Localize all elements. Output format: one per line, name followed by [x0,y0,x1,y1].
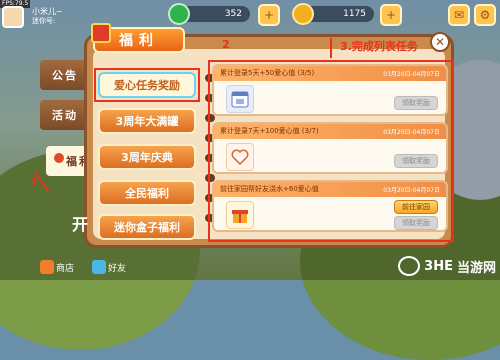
annotation-step-2: 2 [222,38,230,51]
shop-button[interactable]: 商店 [40,258,74,276]
annotation-highlight-box [94,68,200,102]
friends-icon [92,260,106,274]
sub-item-mini-box[interactable]: 迷你盒子福利 [98,214,196,240]
annotation-arrow [330,38,332,58]
sub-item-public-welfare[interactable]: 全民福利 [98,180,196,206]
annotation-highlight-box [208,60,454,242]
annotation-step-3: 3.完成列表任务 [340,40,418,53]
shop-icon [40,260,54,274]
watermark-logo [398,256,421,276]
close-button[interactable]: ✕ [430,32,450,52]
tab-announcement-label: 公告 [52,69,78,82]
green-gem-icon [168,3,190,25]
sub-item-anniversary-celebration[interactable]: 3周年庆典 [98,144,196,170]
panel-title-text: 福利 [119,33,159,49]
friends-label: 好友 [108,263,127,274]
sub-item-label: 3周年庆典 [121,151,173,164]
watermark-logo-text: 3HE [424,258,453,274]
friends-button[interactable]: 好友 [92,258,126,276]
annotation-step-1: 1 [30,176,38,189]
coin-counter: 1175 [292,3,374,25]
sub-item-anniversary-jar[interactable]: 3周年大满罐 [98,108,196,134]
shop-label: 商店 [56,263,75,274]
start-button[interactable]: 开 [72,214,89,234]
add-gem-button[interactable]: + [258,4,280,26]
bottom-bar: 商店 好友 开 3HE 当游网 [0,215,500,280]
watermark: 3HE 当游网 [398,256,496,276]
gold-coin-icon [292,3,314,25]
notification-dot-icon [54,153,64,163]
avatar[interactable] [2,6,24,28]
gem-value: 352 [224,9,242,19]
gift-icon [91,23,111,43]
gem-counter: 352 [168,3,250,25]
add-coin-button[interactable]: + [380,4,402,26]
envelope-icon[interactable]: ✉ [448,4,470,26]
coin-value: 1175 [343,9,366,19]
sub-item-label: 全民福利 [125,187,169,200]
sub-item-label: 迷你盒子福利 [114,221,180,234]
player-id: 迷你号: [32,17,56,25]
tab-events-label: 活动 [52,109,78,122]
settings-gear-icon[interactable]: ⚙ [474,4,496,26]
start-label: 开 [72,215,89,234]
sub-item-label: 3周年大满罐 [115,115,179,128]
top-bar: FPS:79.5 小米儿~ 迷你号: 352 + 1175 + ✉ ⚙ [0,0,500,30]
panel-title: 福利 [91,23,185,53]
watermark-text: 当游网 [456,260,496,276]
